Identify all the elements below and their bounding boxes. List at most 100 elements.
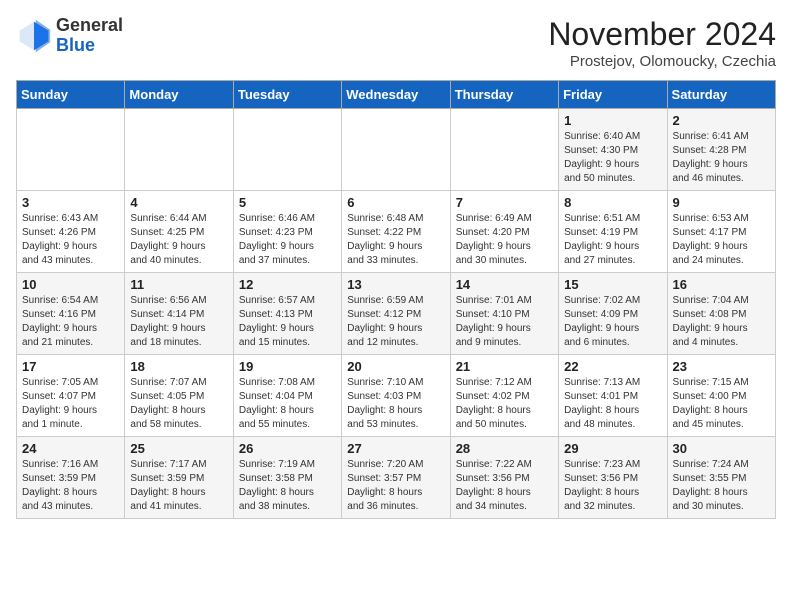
day-info: Sunrise: 6:44 AM Sunset: 4:25 PM Dayligh… bbox=[130, 212, 227, 268]
day-number: 4 bbox=[130, 195, 227, 210]
calendar-cell: 2 Sunrise: 6:41 AM Sunset: 4:28 PM Daylig… bbox=[667, 109, 775, 191]
calendar-cell: 12 Sunrise: 6:57 AM Sunset: 4:13 PM Dayli… bbox=[233, 273, 341, 355]
column-header-monday: Monday bbox=[125, 81, 233, 109]
day-number: 25 bbox=[130, 441, 227, 456]
calendar-cell bbox=[233, 109, 341, 191]
day-number: 26 bbox=[239, 441, 336, 456]
calendar-cell: 18Sunrise: 7:07 AM Sunset: 4:05 PM Dayli… bbox=[125, 355, 233, 437]
calendar-cell: 10 Sunrise: 6:54 AM Sunset: 4:16 PM Dayli… bbox=[17, 273, 125, 355]
calendar-cell: 29 Sunrise: 7:23 AM Sunset: 3:56 PM Dayli… bbox=[559, 437, 667, 519]
day-number: 14 bbox=[456, 277, 553, 292]
day-info: Sunrise: 7:10 AM Sunset: 4:03 PM Dayligh… bbox=[347, 376, 444, 432]
day-info: Sunrise: 7:15 AM Sunset: 4:00 PM Dayligh… bbox=[673, 376, 770, 432]
calendar-cell: 30Sunrise: 7:24 AM Sunset: 3:55 PM Dayli… bbox=[667, 437, 775, 519]
day-number: 2 bbox=[673, 113, 770, 128]
calendar-header-row: SundayMondayTuesdayWednesdayThursdayFrid… bbox=[17, 81, 776, 109]
day-info: Sunrise: 7:23 AM Sunset: 3:56 PM Dayligh… bbox=[564, 458, 661, 514]
day-number: 8 bbox=[564, 195, 661, 210]
day-number: 16 bbox=[673, 277, 770, 292]
day-info: Sunrise: 7:05 AM Sunset: 4:07 PM Dayligh… bbox=[22, 376, 119, 432]
day-number: 23 bbox=[673, 359, 770, 374]
day-info: Sunrise: 6:54 AM Sunset: 4:16 PM Dayligh… bbox=[22, 294, 119, 350]
day-info: Sunrise: 6:57 AM Sunset: 4:13 PM Dayligh… bbox=[239, 294, 336, 350]
calendar-cell: 3Sunrise: 6:43 AM Sunset: 4:26 PM Daylig… bbox=[17, 191, 125, 273]
column-header-thursday: Thursday bbox=[450, 81, 558, 109]
calendar-cell: 25Sunrise: 7:17 AM Sunset: 3:59 PM Dayli… bbox=[125, 437, 233, 519]
day-info: Sunrise: 7:01 AM Sunset: 4:10 PM Dayligh… bbox=[456, 294, 553, 350]
day-info: Sunrise: 7:08 AM Sunset: 4:04 PM Dayligh… bbox=[239, 376, 336, 432]
day-info: Sunrise: 7:02 AM Sunset: 4:09 PM Dayligh… bbox=[564, 294, 661, 350]
calendar-cell: 1 Sunrise: 6:40 AM Sunset: 4:30 PM Daylig… bbox=[559, 109, 667, 191]
day-info: Sunrise: 7:12 AM Sunset: 4:02 PM Dayligh… bbox=[456, 376, 553, 432]
day-number: 17 bbox=[22, 359, 119, 374]
calendar-cell: 24 Sunrise: 7:16 AM Sunset: 3:59 PM Dayli… bbox=[17, 437, 125, 519]
day-number: 30 bbox=[673, 441, 770, 456]
calendar-cell: 17 Sunrise: 7:05 AM Sunset: 4:07 PM Dayli… bbox=[17, 355, 125, 437]
day-info: Sunrise: 7:20 AM Sunset: 3:57 PM Dayligh… bbox=[347, 458, 444, 514]
day-number: 24 bbox=[22, 441, 119, 456]
calendar-cell: 20 Sunrise: 7:10 AM Sunset: 4:03 PM Dayli… bbox=[342, 355, 450, 437]
calendar-cell: 21 Sunrise: 7:12 AM Sunset: 4:02 PM Dayli… bbox=[450, 355, 558, 437]
calendar-cell: 11 Sunrise: 6:56 AM Sunset: 4:14 PM Dayli… bbox=[125, 273, 233, 355]
day-number: 21 bbox=[456, 359, 553, 374]
day-info: Sunrise: 6:41 AM Sunset: 4:28 PM Dayligh… bbox=[673, 130, 770, 186]
calendar-cell: 16Sunrise: 7:04 AM Sunset: 4:08 PM Dayli… bbox=[667, 273, 775, 355]
day-number: 13 bbox=[347, 277, 444, 292]
calendar-table: SundayMondayTuesdayWednesdayThursdayFrid… bbox=[16, 80, 776, 519]
day-number: 29 bbox=[564, 441, 661, 456]
calendar-cell: 9Sunrise: 6:53 AM Sunset: 4:17 PM Daylig… bbox=[667, 191, 775, 273]
calendar-cell: 23 Sunrise: 7:15 AM Sunset: 4:00 PM Dayli… bbox=[667, 355, 775, 437]
day-info: Sunrise: 7:16 AM Sunset: 3:59 PM Dayligh… bbox=[22, 458, 119, 514]
day-number: 15 bbox=[564, 277, 661, 292]
day-number: 12 bbox=[239, 277, 336, 292]
calendar-cell: 27 Sunrise: 7:20 AM Sunset: 3:57 PM Dayli… bbox=[342, 437, 450, 519]
column-header-friday: Friday bbox=[559, 81, 667, 109]
calendar-cell: 7 Sunrise: 6:49 AM Sunset: 4:20 PM Daylig… bbox=[450, 191, 558, 273]
logo: General Blue bbox=[16, 16, 123, 56]
calendar-cell: 8Sunrise: 6:51 AM Sunset: 4:19 PM Daylig… bbox=[559, 191, 667, 273]
day-number: 7 bbox=[456, 195, 553, 210]
day-number: 20 bbox=[347, 359, 444, 374]
day-info: Sunrise: 7:07 AM Sunset: 4:05 PM Dayligh… bbox=[130, 376, 227, 432]
day-number: 5 bbox=[239, 195, 336, 210]
title-section: November 2024 Prostejov, Olomoucky, Czec… bbox=[548, 16, 776, 70]
day-number: 27 bbox=[347, 441, 444, 456]
day-number: 11 bbox=[130, 277, 227, 292]
day-info: Sunrise: 6:59 AM Sunset: 4:12 PM Dayligh… bbox=[347, 294, 444, 350]
calendar-cell: 13 Sunrise: 6:59 AM Sunset: 4:12 PM Dayli… bbox=[342, 273, 450, 355]
month-title: November 2024 bbox=[548, 16, 776, 53]
header: General Blue November 2024 Prostejov, Ol… bbox=[16, 16, 776, 70]
day-number: 28 bbox=[456, 441, 553, 456]
calendar-week-row: 3Sunrise: 6:43 AM Sunset: 4:26 PM Daylig… bbox=[17, 191, 776, 273]
calendar-cell: 28 Sunrise: 7:22 AM Sunset: 3:56 PM Dayli… bbox=[450, 437, 558, 519]
day-info: Sunrise: 7:19 AM Sunset: 3:58 PM Dayligh… bbox=[239, 458, 336, 514]
calendar-cell bbox=[342, 109, 450, 191]
day-info: Sunrise: 6:56 AM Sunset: 4:14 PM Dayligh… bbox=[130, 294, 227, 350]
day-info: Sunrise: 6:49 AM Sunset: 4:20 PM Dayligh… bbox=[456, 212, 553, 268]
calendar-week-row: 10 Sunrise: 6:54 AM Sunset: 4:16 PM Dayli… bbox=[17, 273, 776, 355]
logo-text: General Blue bbox=[56, 16, 123, 56]
subtitle: Prostejov, Olomoucky, Czechia bbox=[548, 53, 776, 70]
day-info: Sunrise: 6:40 AM Sunset: 4:30 PM Dayligh… bbox=[564, 130, 661, 186]
day-info: Sunrise: 6:48 AM Sunset: 4:22 PM Dayligh… bbox=[347, 212, 444, 268]
day-number: 10 bbox=[22, 277, 119, 292]
column-header-saturday: Saturday bbox=[667, 81, 775, 109]
logo-icon bbox=[16, 18, 52, 54]
calendar-cell: 14 Sunrise: 7:01 AM Sunset: 4:10 PM Dayli… bbox=[450, 273, 558, 355]
calendar-week-row: 17 Sunrise: 7:05 AM Sunset: 4:07 PM Dayli… bbox=[17, 355, 776, 437]
calendar-cell bbox=[125, 109, 233, 191]
calendar-cell: 19 Sunrise: 7:08 AM Sunset: 4:04 PM Dayli… bbox=[233, 355, 341, 437]
day-number: 19 bbox=[239, 359, 336, 374]
day-info: Sunrise: 7:22 AM Sunset: 3:56 PM Dayligh… bbox=[456, 458, 553, 514]
column-header-tuesday: Tuesday bbox=[233, 81, 341, 109]
day-info: Sunrise: 6:43 AM Sunset: 4:26 PM Dayligh… bbox=[22, 212, 119, 268]
calendar-cell: 4 Sunrise: 6:44 AM Sunset: 4:25 PM Daylig… bbox=[125, 191, 233, 273]
day-number: 1 bbox=[564, 113, 661, 128]
calendar-week-row: 1 Sunrise: 6:40 AM Sunset: 4:30 PM Daylig… bbox=[17, 109, 776, 191]
calendar-body: 1 Sunrise: 6:40 AM Sunset: 4:30 PM Daylig… bbox=[17, 109, 776, 519]
day-info: Sunrise: 6:46 AM Sunset: 4:23 PM Dayligh… bbox=[239, 212, 336, 268]
day-info: Sunrise: 7:13 AM Sunset: 4:01 PM Dayligh… bbox=[564, 376, 661, 432]
day-info: Sunrise: 6:53 AM Sunset: 4:17 PM Dayligh… bbox=[673, 212, 770, 268]
calendar-cell: 22Sunrise: 7:13 AM Sunset: 4:01 PM Dayli… bbox=[559, 355, 667, 437]
calendar-cell bbox=[17, 109, 125, 191]
